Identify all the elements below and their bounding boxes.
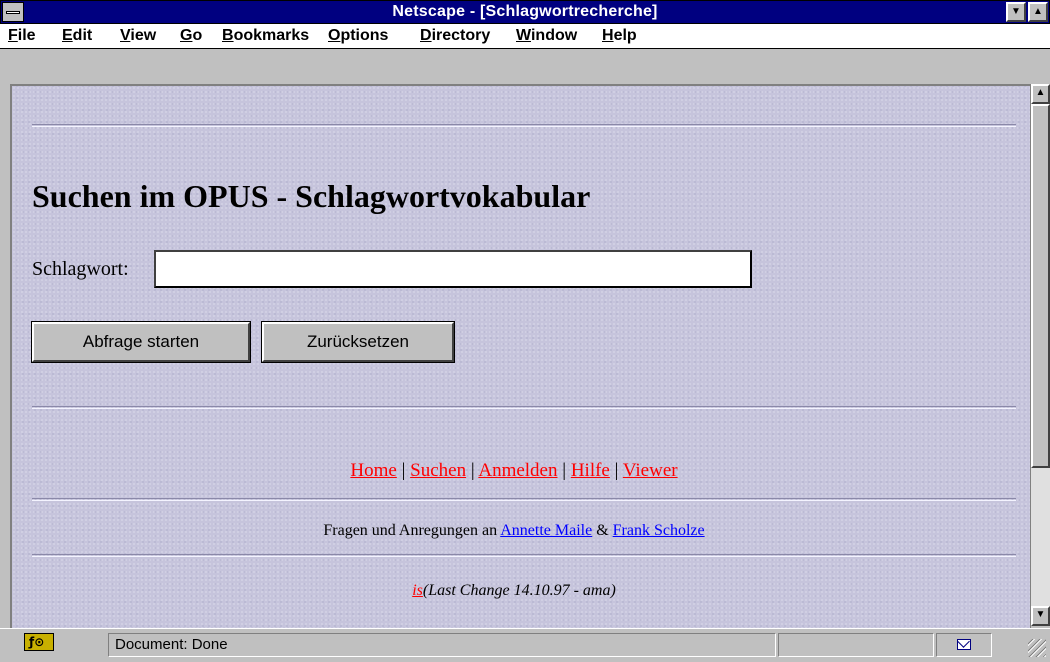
mail-envelope-icon[interactable] bbox=[957, 639, 971, 650]
link-suchen[interactable]: Suchen bbox=[410, 460, 466, 481]
title-bar: Netscape - [Schlagwortrecherche] ▼ ▲ bbox=[0, 0, 1050, 24]
link-home[interactable]: Home bbox=[350, 460, 396, 481]
window-title: Netscape - [Schlagwortrecherche] bbox=[392, 3, 658, 20]
menu-directory[interactable]: Directory bbox=[420, 27, 490, 45]
divider bbox=[32, 124, 1016, 127]
menu-edit[interactable]: Edit bbox=[62, 27, 92, 45]
menu-go[interactable]: Go bbox=[180, 27, 202, 45]
link-annette-maile[interactable]: Annette Maile bbox=[500, 522, 592, 539]
progress-field bbox=[778, 633, 934, 657]
link-anmelden[interactable]: Anmelden bbox=[478, 460, 557, 481]
resize-grip[interactable] bbox=[1028, 639, 1046, 657]
scroll-down-button[interactable]: ▼ bbox=[1031, 606, 1050, 626]
security-key-icon[interactable]: ƒ⊙ bbox=[24, 633, 54, 651]
arrow-down-icon: ▼ bbox=[1035, 609, 1046, 620]
submit-button[interactable]: Abfrage starten bbox=[31, 321, 251, 363]
menu-bookmarks[interactable]: Bookmarks bbox=[222, 27, 309, 45]
menu-file[interactable]: File bbox=[8, 27, 36, 45]
maximize-icon: ▲ bbox=[1033, 6, 1043, 17]
menu-view[interactable]: View bbox=[120, 27, 156, 45]
scroll-up-button[interactable]: ▲ bbox=[1031, 84, 1050, 104]
divider bbox=[32, 554, 1016, 557]
page-title: Suchen im OPUS - Schlagwortvokabular bbox=[32, 178, 591, 214]
status-text: Document: Done bbox=[108, 633, 776, 657]
minimize-icon: ▼ bbox=[1011, 6, 1021, 17]
menu-file-rest: ile bbox=[17, 27, 36, 44]
menu-bar: File Edit View Go Bookmarks Options Dire… bbox=[0, 24, 1050, 49]
maximize-button[interactable]: ▲ bbox=[1028, 2, 1048, 22]
schlagwort-label: Schlagwort: bbox=[32, 258, 129, 280]
link-is[interactable]: is bbox=[412, 582, 423, 599]
contact-line: Fragen und Anregungen an Annette Maile &… bbox=[323, 522, 705, 539]
last-change-line: is(Last Change 14.10.97 - ama) bbox=[412, 582, 616, 599]
page-content: Suchen im OPUS - Schlagwortvokabular Sch… bbox=[10, 84, 1030, 628]
status-bar: ƒ⊙ Document: Done bbox=[0, 628, 1050, 662]
link-hilfe[interactable]: Hilfe bbox=[571, 460, 610, 481]
menu-window[interactable]: Window bbox=[516, 27, 577, 45]
mail-field[interactable] bbox=[936, 633, 992, 657]
scroll-thumb[interactable] bbox=[1031, 104, 1050, 468]
reset-button[interactable]: Zurücksetzen bbox=[261, 321, 455, 363]
divider bbox=[32, 406, 1016, 409]
menu-options[interactable]: Options bbox=[328, 27, 388, 45]
link-frank-scholze[interactable]: Frank Scholze bbox=[613, 522, 705, 539]
vertical-scrollbar[interactable]: ▲ ▼ bbox=[1030, 84, 1050, 628]
menu-help[interactable]: Help bbox=[602, 27, 637, 45]
footer-nav: Home | Suchen | Anmelden | Hilfe | Viewe… bbox=[350, 460, 678, 481]
arrow-up-icon: ▲ bbox=[1035, 87, 1046, 98]
divider bbox=[32, 498, 1016, 501]
toolbar-area bbox=[0, 50, 1050, 84]
schlagwort-input[interactable] bbox=[154, 250, 752, 288]
scroll-track[interactable] bbox=[1031, 468, 1050, 606]
minimize-button[interactable]: ▼ bbox=[1006, 2, 1026, 22]
link-viewer[interactable]: Viewer bbox=[623, 460, 678, 481]
